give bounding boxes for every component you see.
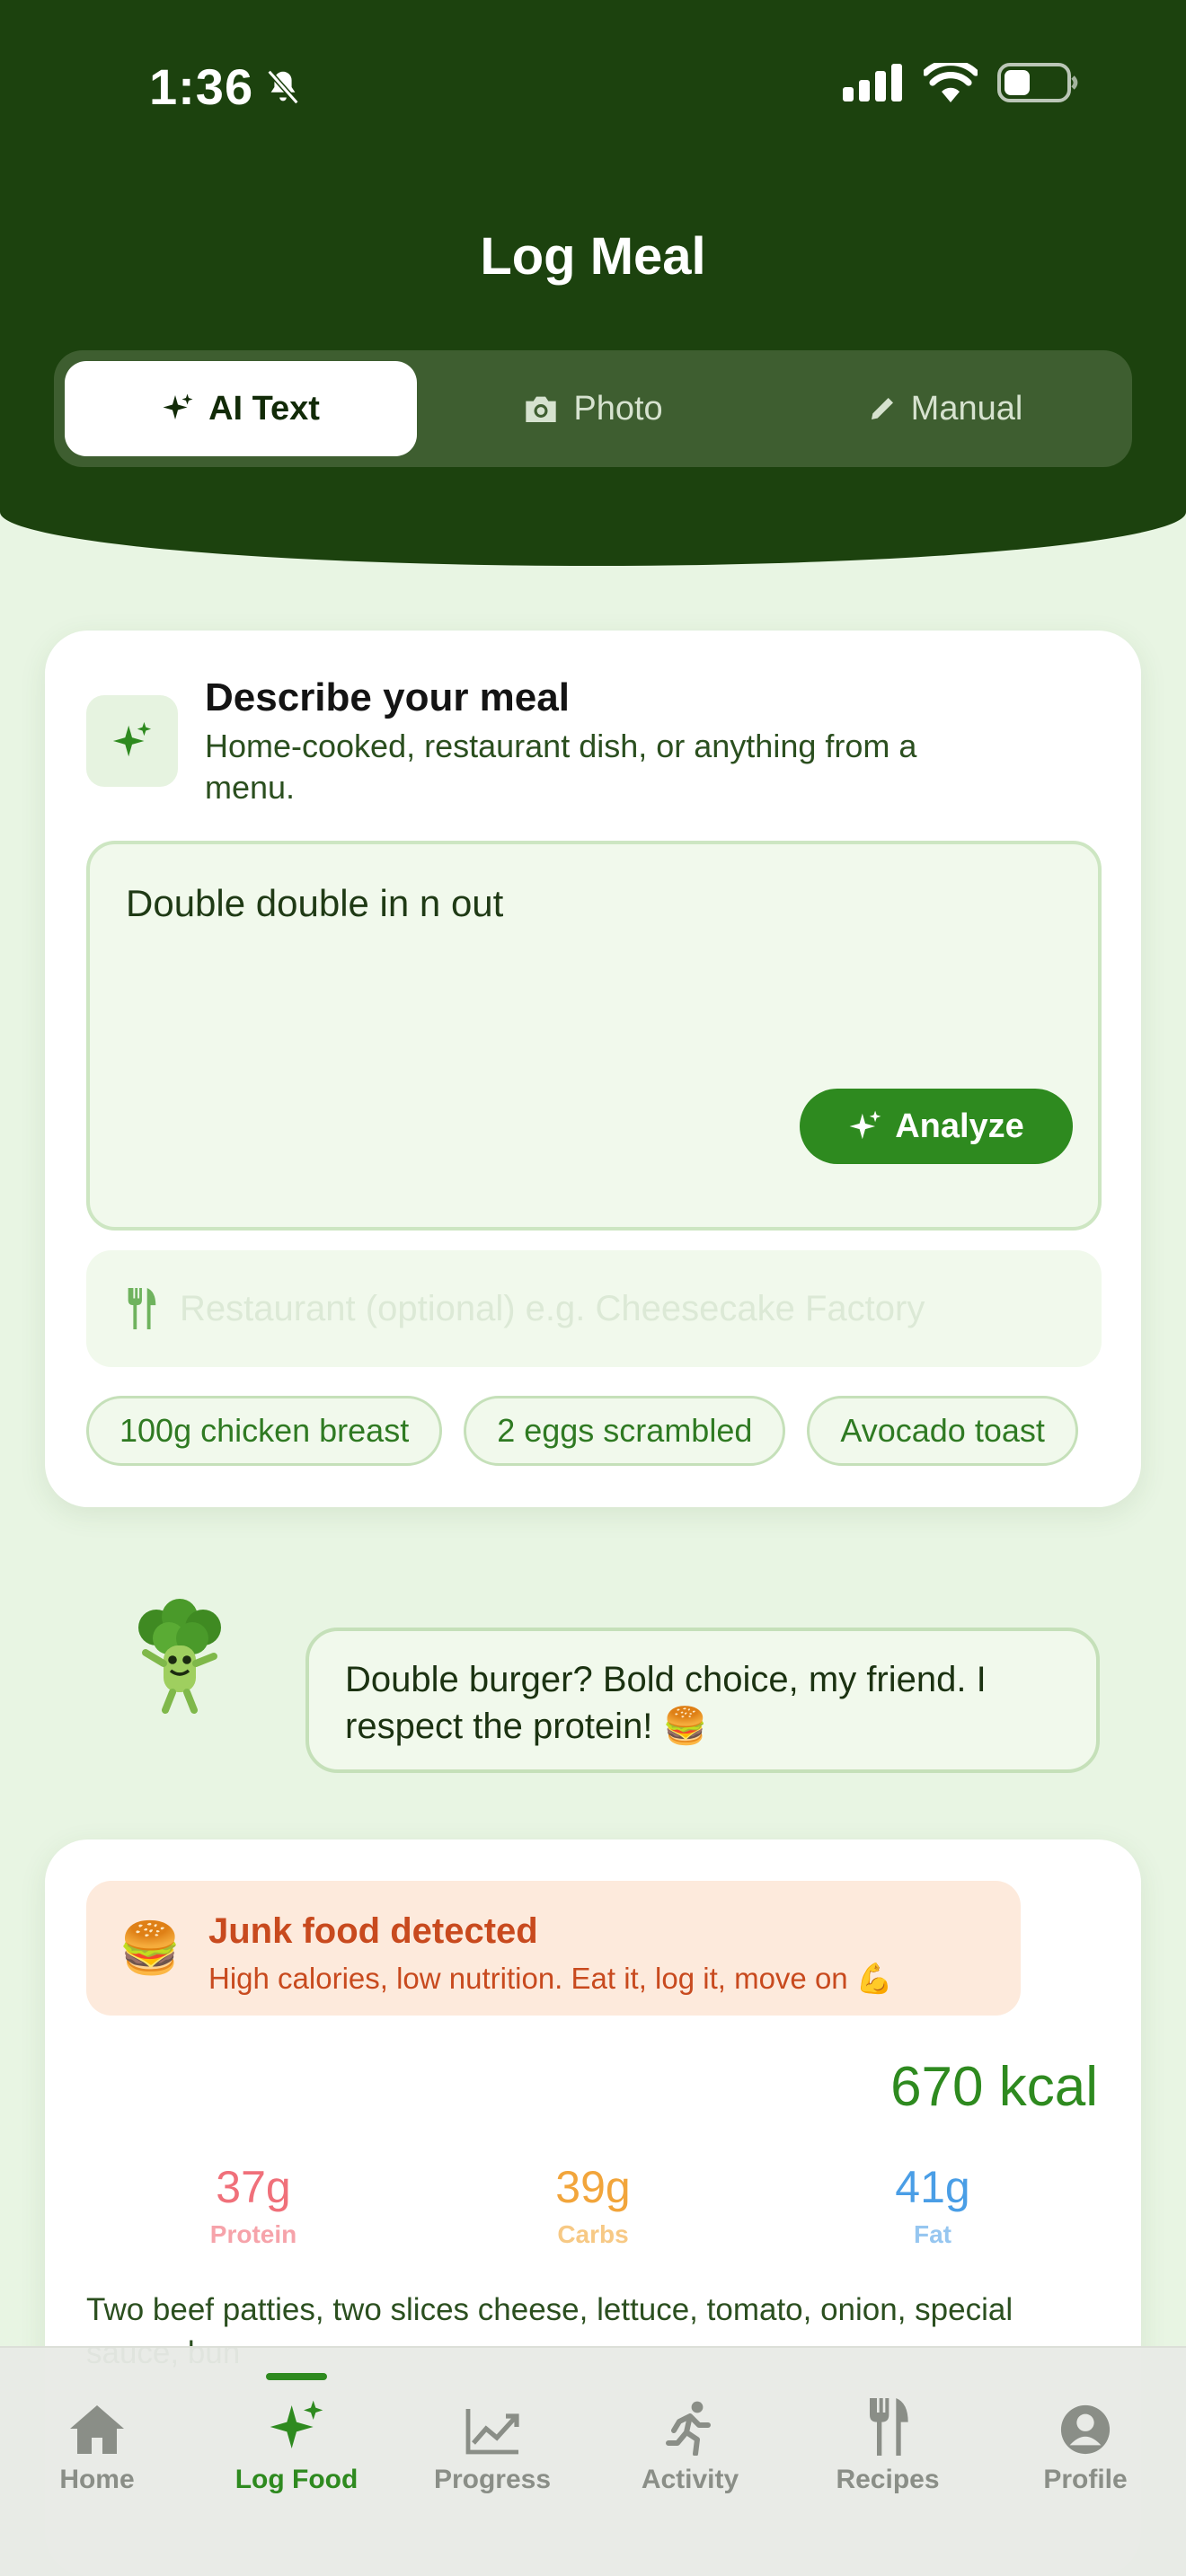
sparkle-icon [162,393,194,425]
suggestion-chip[interactable]: 100g chicken breast [86,1396,443,1466]
restaurant-input[interactable]: Restaurant (optional) e.g. Cheesecake Fa… [86,1250,1102,1367]
person-icon [1059,2404,1111,2456]
macro-fat: 41g Fat [798,2161,1067,2249]
nav-progress[interactable]: Progress [394,2348,591,2510]
suggestion-chip[interactable]: Avocado toast [807,1396,1078,1466]
fork-knife-icon [867,2398,908,2456]
status-icons [843,63,1080,102]
junk-food-alert: 🍔 Junk food detected High calories, low … [86,1881,1021,2016]
sparkle-icon [848,1109,882,1143]
nav-profile[interactable]: Profile [987,2348,1184,2510]
page-title: Log Meal [480,227,706,286]
running-icon [665,2400,715,2456]
header: 1:36 Log Meal AI Text Photo Manual [0,0,1186,566]
tab-manual[interactable]: Manual [769,361,1121,456]
macro-protein: 37g Protein [119,2161,388,2249]
alert-title: Junk food detected [208,1911,538,1951]
nav-home[interactable]: Home [0,2348,196,2510]
log-mode-tabs: AI Text Photo Manual [54,350,1132,467]
macro-value: 37g [216,2162,291,2212]
tab-ai-text[interactable]: AI Text [65,361,417,456]
macro-label: Fat [914,2220,951,2248]
macro-value: 39g [555,2162,631,2212]
nav-recipes[interactable]: Recipes [789,2348,987,2510]
meal-description-input[interactable]: Double double in n out Analyze [86,841,1102,1231]
home-icon [68,2404,126,2456]
macro-label: Carbs [557,2220,629,2248]
suggestion-chip[interactable]: 2 eggs scrambled [464,1396,786,1466]
describe-subtitle: Home-cooked, restaurant dish, or anythin… [205,728,917,806]
nav-log-food[interactable]: Log Food [198,2348,395,2510]
nav-activity[interactable]: Activity [591,2348,789,2510]
calorie-total: 670 kcal [890,2056,1098,2118]
describe-title: Describe your meal [205,675,570,719]
tab-photo[interactable]: Photo [417,361,769,456]
restaurant-placeholder: Restaurant (optional) e.g. Cheesecake Fa… [180,1288,925,1328]
bottom-nav: Home Log Food Progress Activity Recipes … [0,2346,1186,2576]
active-tab-indicator [266,2373,327,2380]
describe-meal-card: Describe your meal Home-cooked, restaura… [45,631,1141,1507]
battery-icon [997,63,1080,102]
suggestion-chips: 100g chicken breast 2 eggs scrambled Avo… [86,1396,1078,1466]
macro-label: Protein [209,2220,297,2248]
analyze-button[interactable]: Analyze [800,1089,1073,1164]
macro-value: 41g [895,2162,970,2212]
status-time: 1:36 [149,57,304,116]
sparkle-icon [268,2398,325,2456]
camera-icon [523,393,559,424]
pencil-icon [868,394,897,423]
burger-icon: 🍔 [119,1919,181,1976]
sparkle-icon [86,695,178,787]
alert-subtitle: High calories, low nutrition. Eat it, lo… [208,1962,893,1995]
bell-slash-icon [262,66,304,108]
wifi-icon [924,63,978,102]
broccoli-mascot-icon [124,1599,235,1716]
cellular-signal-icon [843,64,904,101]
fork-knife-icon [126,1288,156,1329]
chart-icon [465,2407,520,2456]
mascot-speech-bubble: Double burger? Bold choice, my friend. I… [305,1628,1100,1773]
macro-carbs: 39g Carbs [458,2161,728,2249]
meal-input-value: Double double in n out [126,882,504,924]
